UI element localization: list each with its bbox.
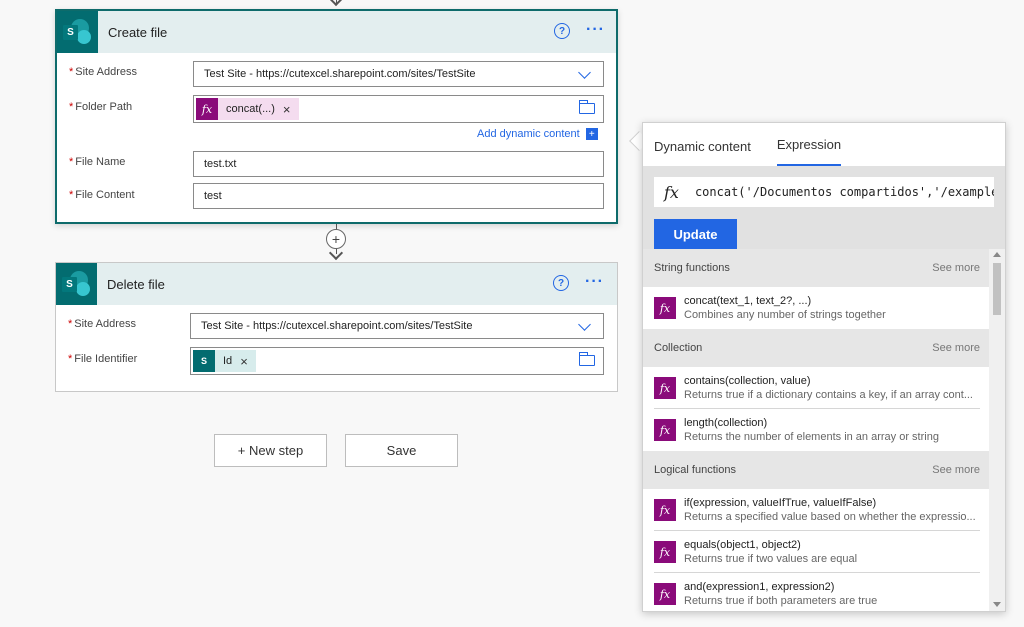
- help-icon[interactable]: ?: [553, 275, 569, 291]
- section-string-functions: String functions See more: [643, 249, 991, 287]
- expression-token[interactable]: fx concat(...) ×: [196, 98, 299, 120]
- panel-scrollbar[interactable]: [989, 249, 1005, 611]
- fx-icon: fx: [654, 541, 676, 563]
- fx-icon: fx: [196, 98, 218, 120]
- function-item[interactable]: fx concat(text_1, text_2?, ...) Combines …: [643, 287, 991, 329]
- function-list: String functions See more fx concat(text_…: [643, 249, 991, 611]
- file-identifier-label: * File Identifier: [68, 353, 138, 365]
- function-description: Returns a specified value based on wheth…: [684, 511, 976, 523]
- tab-dynamic-content[interactable]: Dynamic content: [654, 139, 751, 166]
- fx-icon: fx: [654, 499, 676, 521]
- function-description: Returns the number of elements in an arr…: [684, 431, 939, 443]
- file-content-input[interactable]: test: [193, 183, 604, 209]
- add-dynamic-content-link[interactable]: Add dynamic content +: [477, 128, 598, 140]
- file-identifier-field[interactable]: S Id ×: [190, 347, 604, 375]
- fx-icon: fx: [654, 377, 676, 399]
- sharepoint-icon: S: [193, 350, 215, 372]
- fx-icon: fx: [654, 583, 676, 605]
- arrow-down-icon: [328, 0, 344, 7]
- remove-token-icon[interactable]: ×: [240, 354, 248, 369]
- scroll-up-icon[interactable]: [993, 252, 1001, 257]
- scroll-down-icon[interactable]: [993, 602, 1001, 607]
- sharepoint-icon: S: [56, 263, 97, 305]
- site-address-value: Test Site - https://cutexcel.sharepoint.…: [204, 68, 476, 80]
- create-file-header[interactable]: S Create file ? ···: [57, 11, 616, 53]
- create-file-title: Create file: [108, 24, 168, 40]
- function-signature: equals(object1, object2): [684, 539, 801, 551]
- delete-file-header[interactable]: S Delete file ? ···: [56, 263, 617, 305]
- see-more-link[interactable]: See more: [932, 464, 980, 476]
- site-address-dropdown[interactable]: Test Site - https://cutexcel.sharepoint.…: [193, 61, 604, 87]
- function-signature: length(collection): [684, 417, 768, 429]
- function-signature: and(expression1, expression2): [684, 581, 835, 593]
- scroll-thumb[interactable]: [993, 263, 1001, 315]
- function-item[interactable]: fx if(expression, valueIfTrue, valueIfFa…: [643, 489, 991, 531]
- function-item[interactable]: fx length(collection) Returns the number …: [643, 409, 991, 451]
- function-description: Returns true if two values are equal: [684, 553, 858, 565]
- function-item[interactable]: fx and(expression1, expression2) Returns …: [643, 573, 991, 611]
- section-collection: Collection See more: [643, 329, 991, 367]
- see-more-link[interactable]: See more: [932, 342, 980, 354]
- expression-area: fx concat('/Documentos compartidos','/ex…: [643, 166, 1005, 249]
- tab-expression[interactable]: Expression: [776, 137, 842, 166]
- site-address-value: Test Site - https://cutexcel.sharepoint.…: [201, 320, 473, 332]
- new-step-button[interactable]: + New step: [214, 434, 327, 467]
- sharepoint-icon: S: [57, 11, 98, 53]
- expression-input[interactable]: fx concat('/Documentos compartidos','/ex…: [654, 177, 994, 207]
- site-address-label: * Site Address: [68, 318, 137, 330]
- create-file-card[interactable]: S Create file ? ··· * Site Address Test S…: [55, 9, 618, 224]
- update-button[interactable]: Update: [654, 219, 737, 249]
- section-logical-functions: Logical functions See more: [643, 451, 991, 489]
- fx-icon: fx: [654, 419, 676, 441]
- chevron-down-icon[interactable]: [578, 318, 591, 331]
- folder-icon[interactable]: [579, 352, 595, 366]
- function-signature: concat(text_1, text_2?, ...): [684, 295, 812, 307]
- plus-icon: +: [585, 128, 598, 140]
- delete-file-card[interactable]: S Delete file ? ··· * Site Address Test S…: [55, 262, 618, 392]
- function-item[interactable]: fx contains(collection, value) Returns tr…: [643, 367, 991, 409]
- remove-token-icon[interactable]: ×: [283, 102, 291, 117]
- chevron-down-icon[interactable]: [578, 66, 591, 79]
- folder-path-field[interactable]: fx concat(...) ×: [193, 95, 604, 123]
- token-label: concat(...): [226, 103, 275, 115]
- file-content-value: test: [204, 190, 222, 202]
- dynamic-content-panel: Dynamic content Expression fx concat('/D…: [642, 122, 1006, 612]
- function-signature: if(expression, valueIfTrue, valueIfFalse…: [684, 497, 877, 509]
- function-description: Combines any number of strings together: [684, 309, 886, 321]
- file-content-label: * File Content: [69, 189, 135, 201]
- site-address-dropdown[interactable]: Test Site - https://cutexcel.sharepoint.…: [190, 313, 604, 339]
- fx-icon: fx: [654, 297, 676, 319]
- fx-icon: fx: [664, 182, 679, 202]
- site-address-label: * Site Address: [69, 66, 138, 78]
- file-name-input[interactable]: test.txt: [193, 151, 604, 177]
- folder-path-label: * Folder Path: [69, 101, 133, 113]
- function-description: Returns true if a dictionary contains a …: [684, 389, 973, 401]
- file-name-label: * File Name: [69, 156, 126, 168]
- delete-file-title: Delete file: [107, 276, 165, 292]
- save-button[interactable]: Save: [345, 434, 458, 467]
- function-signature: contains(collection, value): [684, 375, 811, 387]
- see-more-link[interactable]: See more: [932, 262, 980, 274]
- function-description: Returns true if both parameters are true: [684, 595, 878, 607]
- token-label: Id: [223, 355, 233, 367]
- function-item[interactable]: fx equals(object1, object2) Returns true …: [643, 531, 991, 573]
- more-options-icon[interactable]: ···: [585, 273, 604, 291]
- folder-icon[interactable]: [579, 100, 595, 114]
- id-token[interactable]: S Id ×: [193, 350, 256, 372]
- help-icon[interactable]: ?: [554, 23, 570, 39]
- expression-text: concat('/Documentos compartidos','/examp…: [694, 185, 994, 199]
- panel-tabs: Dynamic content Expression: [643, 123, 1005, 166]
- file-name-value: test.txt: [204, 158, 237, 170]
- more-options-icon[interactable]: ···: [586, 21, 605, 39]
